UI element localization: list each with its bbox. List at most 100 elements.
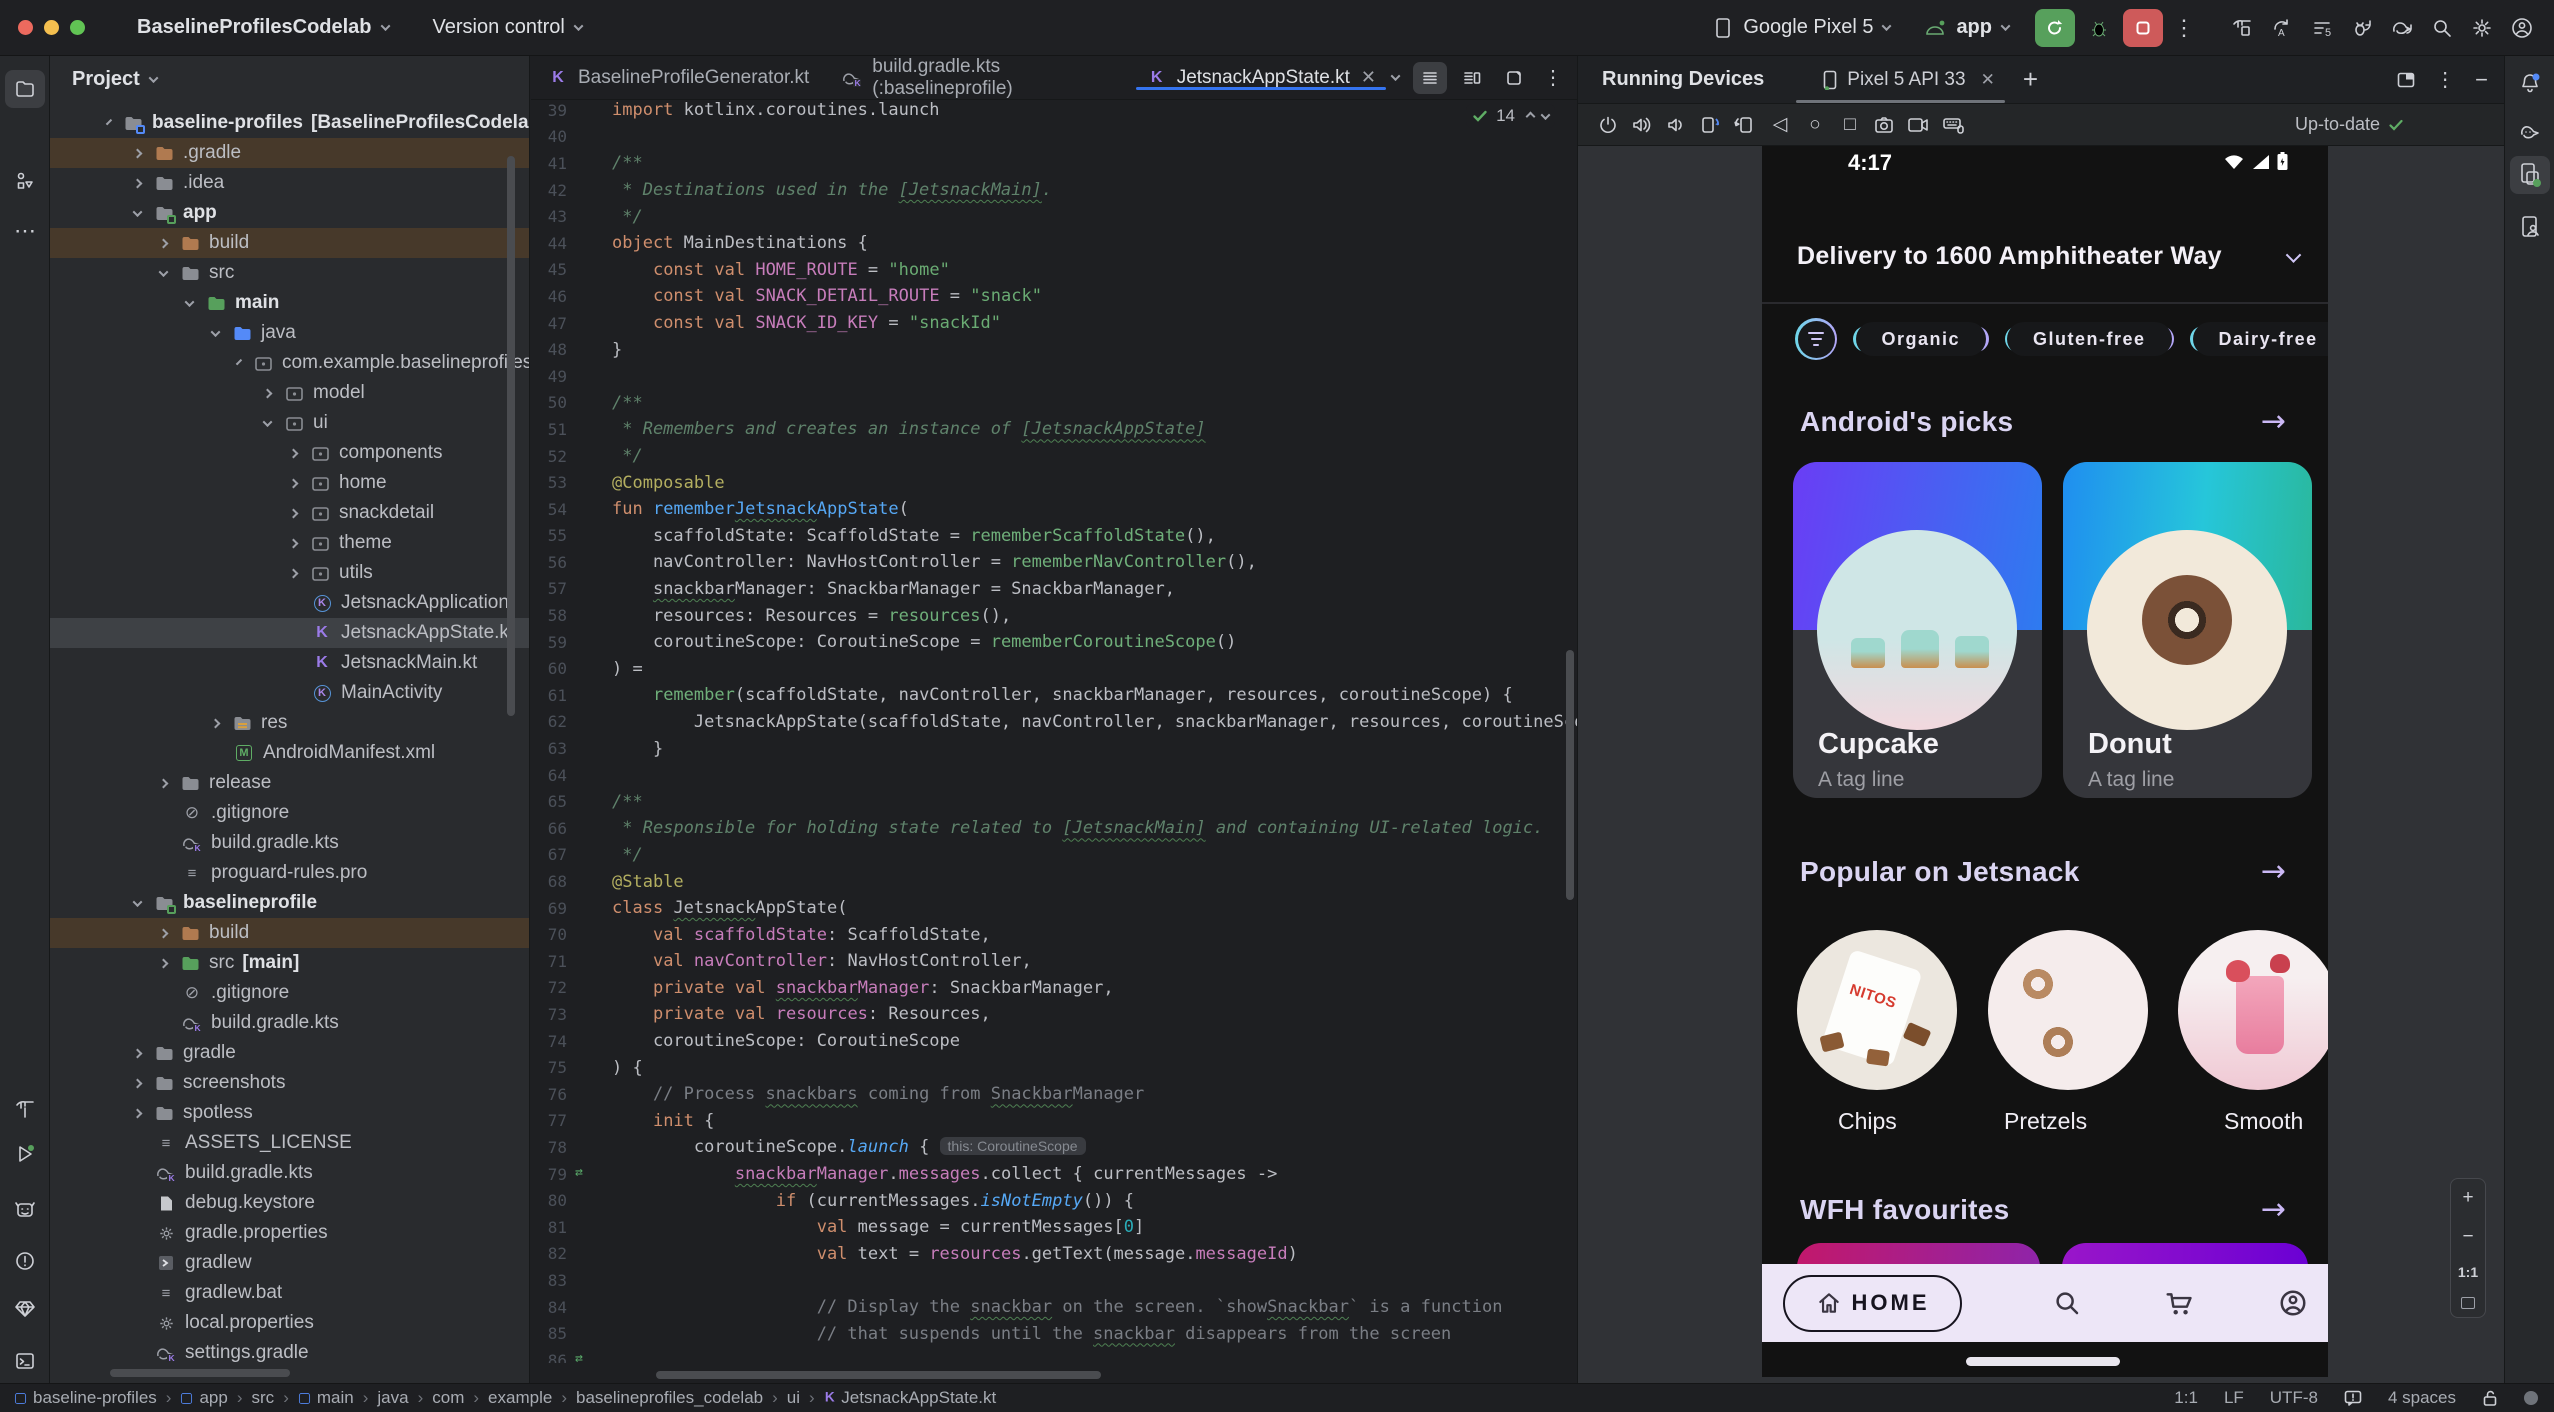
popular-item-pretzels[interactable]: [1988, 930, 2148, 1090]
debug-button[interactable]: [2079, 9, 2119, 47]
tree-chevron-icon[interactable]: [262, 388, 273, 398]
code-line-52[interactable]: 52 */: [531, 443, 1577, 470]
zoom-actual-button[interactable]: 1:1: [2458, 1264, 2478, 1280]
editor-hscrollbar[interactable]: [656, 1371, 1101, 1379]
code-line-75[interactable]: 75) {: [531, 1054, 1577, 1081]
running-devices-tool-icon[interactable]: [2510, 156, 2550, 194]
attach-debugger-icon[interactable]: [2342, 9, 2382, 47]
tree-item--gitignore[interactable]: ⊘ .gitignore: [50, 978, 529, 1008]
notifications-bell-icon[interactable]: [2510, 64, 2550, 102]
tree-item--idea[interactable]: .idea: [50, 168, 529, 198]
tree-item-src[interactable]: src: [50, 258, 529, 288]
arrow-right-icon[interactable]: →: [2261, 404, 2286, 439]
code-line-60[interactable]: 60) =: [531, 655, 1577, 682]
tree-item-components[interactable]: components: [50, 438, 529, 468]
filters-icon[interactable]: [1795, 318, 1837, 360]
project-panel-header[interactable]: Project: [50, 56, 529, 102]
suspend-point-icon[interactable]: ⇄: [575, 1351, 583, 1363]
preview-image-icon[interactable]: [1497, 62, 1531, 94]
breadcrumb-app[interactable]: app: [180, 1388, 228, 1408]
chip-organic[interactable]: Organic: [1853, 321, 1989, 356]
rotate-left-icon[interactable]: [1699, 115, 1721, 135]
tree-chevron-icon[interactable]: [262, 416, 273, 427]
tree-item-gradle-properties[interactable]: gradle.properties: [50, 1218, 529, 1248]
build-variants-icon[interactable]: 5: [2302, 9, 2342, 47]
code-line-85[interactable]: 85 // that suspends until the snackbar d…: [531, 1320, 1577, 1347]
overview-icon[interactable]: □: [1839, 114, 1861, 136]
code-line-67[interactable]: 67 */: [531, 842, 1577, 869]
code-line-77[interactable]: 77 init {: [531, 1108, 1577, 1135]
code-line-48[interactable]: 48}: [531, 336, 1577, 363]
profiler-tool-icon[interactable]: [5, 1190, 45, 1228]
search-everywhere-icon[interactable]: [2422, 9, 2462, 47]
unlocked-padlock-icon[interactable]: [2482, 1389, 2498, 1407]
tree-chevron-icon[interactable]: [105, 118, 113, 125]
tree-item-build[interactable]: build: [50, 918, 529, 948]
code-line-64[interactable]: 64: [531, 762, 1577, 789]
tree-chevron-icon[interactable]: [132, 178, 143, 188]
tree-chevron-icon[interactable]: [158, 778, 169, 788]
editor-tab-build-gradle-kts-baselineprofile-[interactable]: Kbuild.gradle.kts (:baselineprofile): [825, 56, 1129, 100]
code-line-53[interactable]: 53 @Composable: [531, 469, 1577, 496]
snack-card-donut[interactable]: Donut A tag line: [2063, 462, 2312, 798]
project-hscrollbar[interactable]: [110, 1369, 290, 1377]
tree-item-gradle[interactable]: gradle: [50, 1038, 529, 1068]
macos-zoom-icon[interactable]: [70, 20, 85, 35]
code-line-62[interactable]: 62 JetsnackAppState(scaffoldState, navCo…: [531, 709, 1577, 736]
tree-item-androidmanifest-xml[interactable]: M AndroidManifest.xml: [50, 738, 529, 768]
screenshot-icon[interactable]: [1874, 116, 1894, 134]
warning-bubble-icon[interactable]: [2344, 1390, 2362, 1406]
code-line-42[interactable]: 42 * Destinations used in the [JetsnackM…: [531, 177, 1577, 204]
tree-chevron-icon[interactable]: [235, 358, 243, 365]
code-line-50[interactable]: 50/**: [531, 390, 1577, 417]
tree-item-utils[interactable]: utils: [50, 558, 529, 588]
tree-chevron-icon[interactable]: [132, 206, 143, 217]
code-line-82[interactable]: 82 val text = resources.getText(message.…: [531, 1241, 1577, 1268]
hardware-input-icon[interactable]: [1942, 115, 1966, 135]
build-icon[interactable]: [2222, 9, 2262, 47]
volume-up-icon[interactable]: [1631, 115, 1653, 135]
tree-chevron-icon[interactable]: [132, 1048, 143, 1058]
tree-item-build[interactable]: build: [50, 228, 529, 258]
code-line-86[interactable]: 86 ⇄: [531, 1347, 1577, 1363]
inspection-widget[interactable]: 14: [1466, 104, 1555, 128]
editor-kebab-icon[interactable]: ⋮: [1543, 65, 1563, 90]
tree-item-gradlew-bat[interactable]: ≡ gradlew.bat: [50, 1278, 529, 1308]
tree-chevron-icon[interactable]: [132, 148, 143, 158]
code-line-55[interactable]: 55 scaffoldState: ScaffoldState = rememb…: [531, 523, 1577, 550]
tree-item-app[interactable]: app: [50, 198, 529, 228]
device-tab[interactable]: Pixel 5 API 33 ✕: [1796, 56, 2005, 103]
tree-chevron-icon[interactable]: [158, 266, 169, 277]
code-line-51[interactable]: 51 * Remembers and creates an instance o…: [531, 416, 1577, 443]
editor-tab-jetsnackappstate-kt[interactable]: K JetsnackAppState.kt ✕: [1130, 67, 1392, 90]
tree-item--gradle[interactable]: .gradle: [50, 138, 529, 168]
code-line-65[interactable]: 65/**: [531, 788, 1577, 815]
code-line-46[interactable]: 46 const val SNACK_DETAIL_ROUTE = "snack…: [531, 283, 1577, 310]
tree-item-gradlew[interactable]: gradlew: [50, 1248, 529, 1278]
zoom-in-button[interactable]: +: [2462, 1187, 2473, 1209]
tree-item-build-gradle-kts[interactable]: Kbuild.gradle.kts: [50, 1008, 529, 1038]
tree-item--gitignore[interactable]: ⊘ .gitignore: [50, 798, 529, 828]
tree-item-main[interactable]: main: [50, 288, 529, 318]
tree-item-release[interactable]: release: [50, 768, 529, 798]
delivery-selector[interactable]: Delivery to 1600 Amphitheater Way: [1797, 242, 2317, 271]
code-line-79[interactable]: 79 ⇄ snackbarManager.messages.collect { c…: [531, 1161, 1577, 1188]
tree-item-local-properties[interactable]: local.properties: [50, 1308, 529, 1338]
nav-cart-icon[interactable]: [2164, 1288, 2196, 1318]
snack-card-cupcake[interactable]: Cupcake A tag line: [1793, 462, 2042, 798]
code-line-71[interactable]: 71 val navController: NavHostController,: [531, 948, 1577, 975]
code-line-80[interactable]: 80 if (currentMessages.isNotEmpty()) {: [531, 1187, 1577, 1214]
view-list-icon[interactable]: [1413, 61, 1447, 94]
zoom-fit-button[interactable]: [2461, 1296, 2475, 1309]
tree-chevron-icon[interactable]: [132, 896, 143, 907]
add-device-icon[interactable]: +: [2023, 64, 2038, 95]
code-line-78[interactable]: 78 coroutineScope.launch { this: Corouti…: [531, 1134, 1577, 1161]
code-line-59[interactable]: 59 coroutineScope: CoroutineScope = reme…: [531, 629, 1577, 656]
close-tab-icon[interactable]: ✕: [1981, 70, 1995, 90]
gradle-sync-icon[interactable]: [2382, 9, 2422, 47]
popular-item-smoothie[interactable]: [2178, 930, 2328, 1090]
tree-item-settings-gradle[interactable]: Ksettings.gradle: [50, 1338, 529, 1368]
split-view-icon[interactable]: [1455, 62, 1489, 94]
code-line-45[interactable]: 45 const val HOME_ROUTE = "home": [531, 257, 1577, 284]
gradle-tool-icon[interactable]: [2510, 112, 2550, 150]
